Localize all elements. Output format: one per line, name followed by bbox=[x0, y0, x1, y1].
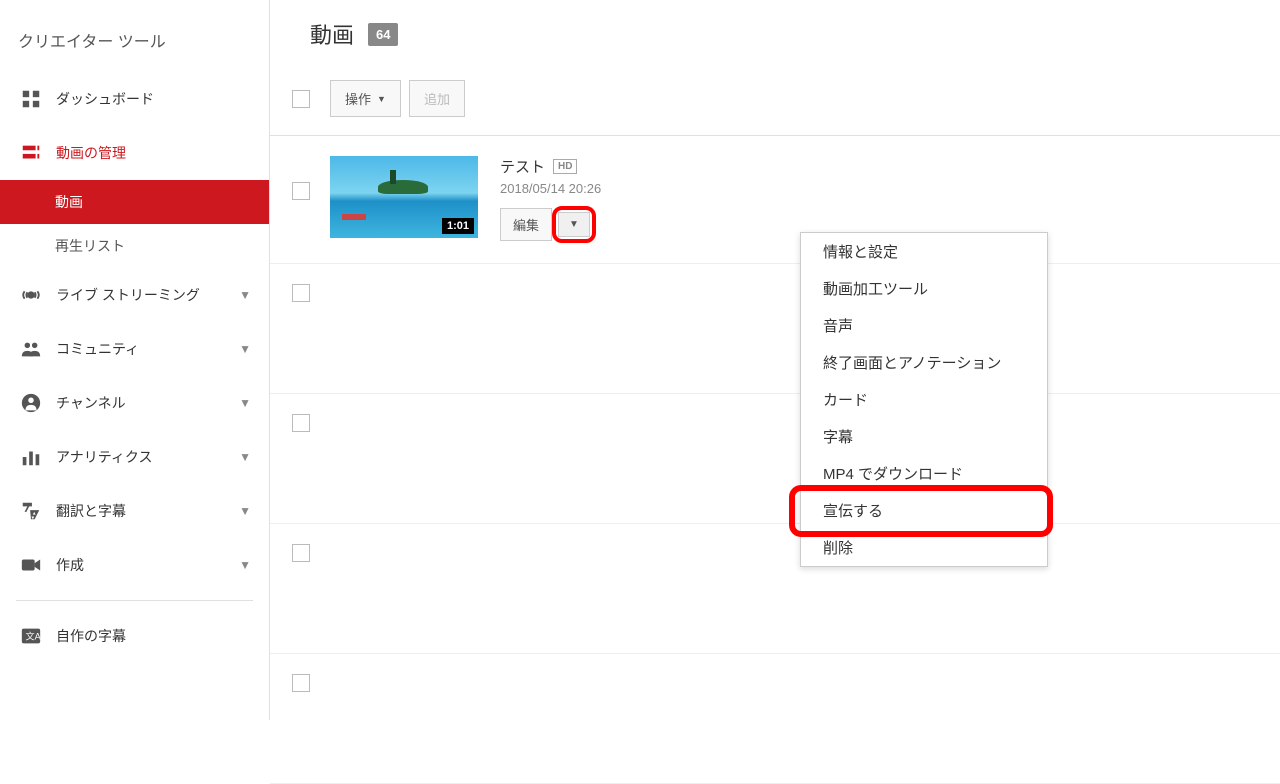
page-title: 動画 bbox=[310, 18, 354, 50]
video-row-empty bbox=[270, 264, 1280, 394]
toolbar: 操作 ▼ 追加 bbox=[270, 80, 1280, 136]
chevron-down-icon: ▼ bbox=[239, 396, 251, 410]
dashboard-icon bbox=[18, 86, 44, 112]
video-duration: 1:01 bbox=[442, 218, 474, 234]
chevron-down-icon: ▼ bbox=[239, 450, 251, 464]
thumb-palms bbox=[390, 170, 396, 184]
video-row: 1:01 テスト HD 2018/05/14 20:26 編集 ▼ bbox=[270, 136, 1280, 264]
hd-badge: HD bbox=[553, 159, 577, 174]
menu-item-cards[interactable]: カード bbox=[801, 381, 1047, 418]
menu-item-download-mp4[interactable]: MP4 でダウンロード bbox=[801, 455, 1047, 492]
video-thumbnail[interactable]: 1:01 bbox=[330, 156, 478, 238]
menu-item-promote[interactable]: 宣伝する bbox=[801, 492, 1047, 529]
video-checkbox[interactable] bbox=[292, 182, 310, 200]
thumb-island bbox=[378, 180, 428, 194]
svg-text:文A: 文A bbox=[26, 631, 42, 642]
video-checkbox[interactable] bbox=[292, 674, 310, 692]
sidebar-item-label: ダッシュボード bbox=[56, 89, 251, 109]
page-header: 動画 64 bbox=[270, 18, 1280, 50]
chevron-down-icon: ▼ bbox=[239, 342, 251, 356]
caret-down-icon: ▼ bbox=[377, 94, 386, 104]
highlight-dropdown: ▼ bbox=[552, 206, 596, 243]
sidebar-item-create[interactable]: 作成 ▼ bbox=[0, 538, 269, 592]
video-checkbox[interactable] bbox=[292, 284, 310, 302]
main-content: 動画 64 操作 ▼ 追加 1:01 テスト HD bbox=[270, 0, 1280, 720]
thumb-boat bbox=[342, 214, 366, 220]
edit-dropdown-button[interactable]: ▼ bbox=[558, 212, 590, 237]
video-row-empty bbox=[270, 524, 1280, 654]
menu-item-enhancements[interactable]: 動画加工ツール bbox=[801, 270, 1047, 307]
sidebar-item-dashboard[interactable]: ダッシュボード bbox=[0, 72, 269, 126]
video-count-badge: 64 bbox=[368, 23, 398, 46]
sidebar-item-translate[interactable]: 翻訳と字幕 ▼ bbox=[0, 484, 269, 538]
video-row-empty bbox=[270, 654, 1280, 784]
video-title[interactable]: テスト bbox=[500, 156, 545, 177]
sidebar-item-analytics[interactable]: アナリティクス ▼ bbox=[0, 430, 269, 484]
sidebar-item-label: 作成 bbox=[56, 555, 239, 575]
sidebar-item-label: コミュニティ bbox=[56, 339, 239, 359]
divider bbox=[16, 600, 253, 601]
sidebar-item-label: チャンネル bbox=[56, 393, 239, 413]
actions-label: 操作 bbox=[345, 89, 371, 108]
sidebar-item-own-subtitles[interactable]: 文A 自作の字幕 bbox=[0, 609, 269, 663]
video-manager-icon bbox=[18, 140, 44, 166]
own-subtitles-icon: 文A bbox=[18, 623, 44, 649]
menu-item-delete[interactable]: 削除 bbox=[801, 529, 1047, 566]
video-row-empty bbox=[270, 394, 1280, 524]
sidebar: クリエイター ツール ダッシュボード 動画の管理 動画 再生リスト ライブ スト… bbox=[0, 0, 270, 720]
community-icon bbox=[18, 336, 44, 362]
translate-icon bbox=[18, 498, 44, 524]
live-icon bbox=[18, 282, 44, 308]
select-all-checkbox[interactable] bbox=[292, 90, 310, 108]
chevron-down-icon: ▼ bbox=[239, 504, 251, 518]
menu-item-audio[interactable]: 音声 bbox=[801, 307, 1047, 344]
menu-item-end-screen[interactable]: 終了画面とアノテーション bbox=[801, 344, 1047, 381]
chevron-down-icon: ▼ bbox=[239, 558, 251, 572]
analytics-icon bbox=[18, 444, 44, 470]
sidebar-item-video-manager[interactable]: 動画の管理 bbox=[0, 126, 269, 180]
actions-button[interactable]: 操作 ▼ bbox=[330, 80, 401, 117]
sidebar-subitem-playlists[interactable]: 再生リスト bbox=[0, 224, 269, 268]
edit-dropdown-menu: 情報と設定 動画加工ツール 音声 終了画面とアノテーション カード 字幕 MP4… bbox=[800, 232, 1048, 567]
video-checkbox[interactable] bbox=[292, 544, 310, 562]
channel-icon bbox=[18, 390, 44, 416]
sidebar-subitem-videos[interactable]: 動画 bbox=[0, 180, 269, 224]
chevron-down-icon: ▼ bbox=[239, 288, 251, 302]
sidebar-item-label: アナリティクス bbox=[56, 447, 239, 467]
sidebar-item-label: 翻訳と字幕 bbox=[56, 501, 239, 521]
edit-button[interactable]: 編集 bbox=[500, 208, 552, 241]
video-checkbox[interactable] bbox=[292, 414, 310, 432]
sidebar-item-label: 自作の字幕 bbox=[56, 626, 251, 646]
sidebar-item-label: 動画の管理 bbox=[56, 143, 251, 163]
sidebar-title: クリエイター ツール bbox=[0, 20, 269, 72]
sidebar-item-channel[interactable]: チャンネル ▼ bbox=[0, 376, 269, 430]
menu-item-info-settings[interactable]: 情報と設定 bbox=[801, 233, 1047, 270]
add-button[interactable]: 追加 bbox=[409, 80, 465, 117]
sidebar-item-community[interactable]: コミュニティ ▼ bbox=[0, 322, 269, 376]
video-info: テスト HD 2018/05/14 20:26 編集 ▼ bbox=[500, 156, 1280, 243]
sidebar-item-label: ライブ ストリーミング bbox=[56, 285, 239, 305]
menu-item-subtitles[interactable]: 字幕 bbox=[801, 418, 1047, 455]
create-icon bbox=[18, 552, 44, 578]
video-date: 2018/05/14 20:26 bbox=[500, 181, 1280, 196]
sidebar-item-live[interactable]: ライブ ストリーミング ▼ bbox=[0, 268, 269, 322]
